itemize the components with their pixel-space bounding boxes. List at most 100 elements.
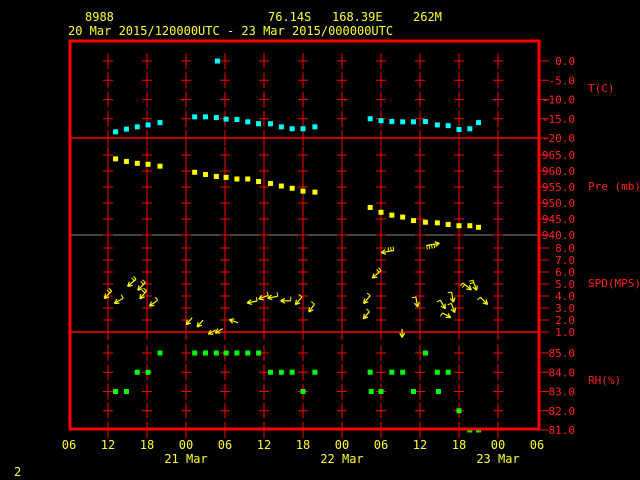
- wind-barb: [447, 302, 452, 306]
- humidity-point: [234, 350, 240, 356]
- x-tick-label: 12: [101, 438, 115, 452]
- wind-arrow: [148, 296, 159, 307]
- wind-barb: [266, 291, 269, 296]
- wind-barb: [426, 245, 428, 250]
- humidity-point: [157, 350, 163, 356]
- temperature-tick-label: -20.0: [542, 132, 575, 145]
- wind-tick-label: 1.0: [555, 326, 575, 339]
- pressure-tick-label: 955.0: [542, 181, 575, 194]
- temperature-point: [192, 114, 198, 120]
- temperature-point: [256, 121, 262, 127]
- pressure-point: [467, 223, 473, 229]
- wind-arrow-head: [381, 252, 387, 255]
- pressure-point: [378, 209, 384, 215]
- day-label: 23 Mar: [476, 452, 519, 466]
- wind-barb: [428, 245, 431, 250]
- pressure-tick-label: 960.0: [542, 165, 575, 178]
- wind-barb: [469, 281, 474, 285]
- humidity-tick-label: 85.0: [549, 347, 576, 360]
- pressure-point: [203, 172, 208, 178]
- temperature-point: [245, 119, 251, 125]
- wind-arrow: [460, 282, 472, 291]
- temperature-point: [223, 116, 229, 122]
- temperature-point: [203, 114, 208, 120]
- wind-barb: [310, 301, 315, 305]
- temperature-point: [278, 124, 284, 130]
- wind-arrow: [436, 299, 446, 310]
- wind-barb: [392, 246, 395, 251]
- x-tick-label: 06: [218, 438, 232, 452]
- x-tick-label: 06: [374, 438, 388, 452]
- temperature-point: [234, 117, 240, 123]
- x-tick-label: 06: [62, 438, 76, 452]
- wind-arrow: [228, 318, 239, 324]
- wind-arrow: [196, 319, 204, 328]
- temperature-tick-label: -5.0: [549, 74, 576, 87]
- pressure-point: [434, 220, 440, 226]
- wind-barb: [390, 246, 392, 252]
- humidity-point: [268, 369, 273, 375]
- pressure-point: [278, 183, 284, 189]
- latitude: 76.14S: [268, 10, 311, 24]
- temperature-point: [268, 121, 273, 127]
- wind-arrow: [411, 296, 420, 308]
- wind-barb: [468, 279, 474, 282]
- temperature-tick-label: 0.0: [555, 55, 575, 68]
- temperature-point: [445, 123, 451, 129]
- period: 20 Mar 2015/120000UTC - 23 Mar 2015/0000…: [68, 24, 393, 38]
- wind-barb: [436, 299, 441, 303]
- humidity-point: [213, 350, 219, 356]
- humidity-tick-label: 83.0: [549, 386, 576, 399]
- humidity-point: [435, 389, 441, 394]
- humidity-axis-title: RH(%): [588, 374, 621, 387]
- temperature-point: [134, 124, 140, 130]
- wind-arrow-head: [417, 302, 420, 308]
- temperature-point: [123, 126, 129, 132]
- temperature-point: [400, 119, 406, 125]
- temperature-point: [434, 122, 440, 128]
- wind-barb: [477, 296, 481, 301]
- pressure-point: [256, 179, 262, 185]
- grid: [70, 53, 549, 438]
- humidity-point: [192, 350, 198, 356]
- pressure-point: [289, 185, 295, 191]
- wind-arrow: [127, 275, 137, 287]
- wind-barb: [411, 296, 416, 299]
- day-label: 21 Mar: [164, 452, 207, 466]
- temperature-point: [157, 120, 163, 126]
- wind-arrow-head: [475, 285, 478, 291]
- wind-barb: [143, 287, 147, 292]
- pressure-point: [123, 158, 129, 164]
- humidity-point: [368, 389, 374, 394]
- elevation: 262M: [413, 10, 442, 24]
- wind-arrow: [426, 241, 440, 250]
- humidity-point: [145, 369, 151, 375]
- humidity-point: [434, 369, 440, 375]
- temperature-point: [214, 58, 220, 64]
- pressure-axis-title: Pre (mb): [588, 180, 640, 193]
- humidity-tick-label: 81.0: [549, 424, 576, 437]
- temperature-tick-label: -15.0: [542, 113, 575, 126]
- wind-arrow: [113, 294, 124, 304]
- wind-arrow-head: [308, 306, 311, 313]
- pressure-point: [389, 212, 395, 218]
- wind-arrow-head: [452, 297, 456, 303]
- pressure-point: [234, 176, 240, 182]
- temperature-axis-title: T(C): [588, 82, 615, 95]
- pressure-point: [157, 163, 163, 169]
- humidity-point: [411, 389, 416, 394]
- temperature-point: [113, 129, 119, 135]
- humidity-point: [312, 369, 318, 375]
- wind-barb: [440, 312, 443, 317]
- pressure-point: [445, 221, 451, 227]
- humidity-point: [289, 369, 295, 375]
- pressure-tick-label: 940.0: [542, 229, 575, 242]
- humidity-point: [300, 389, 306, 394]
- temperature-point: [456, 127, 462, 133]
- pressure-point: [113, 156, 119, 162]
- wind-barb: [131, 277, 135, 282]
- humidity-point: [123, 389, 129, 394]
- wind-arrow: [308, 301, 315, 313]
- pressure-point: [268, 180, 273, 186]
- pressure-point: [245, 176, 251, 182]
